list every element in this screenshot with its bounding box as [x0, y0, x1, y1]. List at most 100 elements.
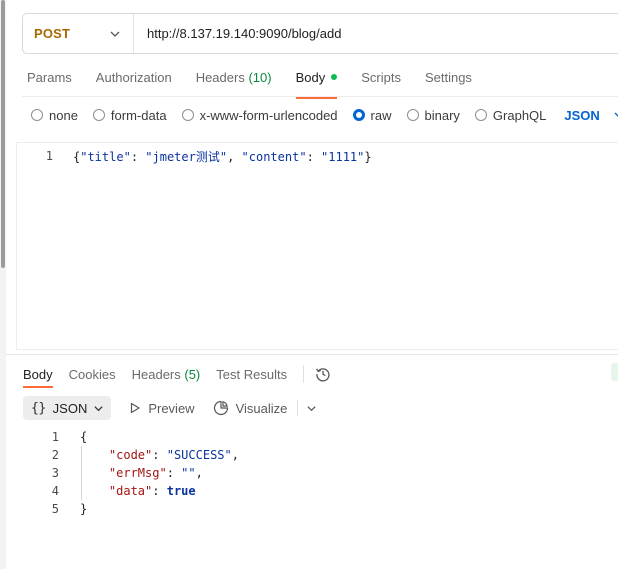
code-line: 4 "data": true	[23, 482, 239, 500]
json-value: "SUCCESS"	[166, 448, 232, 462]
radio-label: raw	[370, 107, 392, 123]
radio-none[interactable]: none	[31, 108, 78, 123]
radio-circle	[92, 109, 105, 121]
tab-authorization[interactable]: Authorization	[96, 70, 172, 90]
code-content: }	[80, 502, 87, 516]
tabs-divider	[22, 96, 618, 97]
radio-form-data[interactable]: form-data	[92, 107, 167, 123]
pane-splitter[interactable]	[6, 354, 618, 355]
scrollbar-thumb[interactable]	[1, 0, 5, 268]
json-value: true	[166, 484, 196, 498]
line-number: 1	[51, 430, 59, 444]
line-number: 4	[51, 484, 59, 498]
history-icon	[315, 368, 330, 382]
code-content: {	[80, 430, 87, 444]
braces-icon: {}	[31, 400, 46, 416]
radio-circle-selected	[352, 109, 365, 121]
status-badge	[611, 363, 618, 381]
history-button[interactable]	[303, 365, 333, 383]
url-bar: POST http://8.137.19.140:9090/blog/add	[22, 13, 618, 54]
url-input[interactable]: http://8.137.19.140:9090/blog/add	[134, 26, 341, 41]
json-brace: }	[80, 502, 88, 516]
radio-urlencoded[interactable]: x-www-form-urlencoded	[181, 107, 338, 123]
tab-label: Params	[27, 70, 72, 85]
radio-circle	[31, 109, 43, 121]
preview-label: Preview	[148, 400, 195, 416]
tab-headers[interactable]: Headers (10)	[196, 70, 272, 90]
headers-count: (10)	[248, 70, 272, 85]
response-tab-test-results[interactable]: Test Results	[216, 367, 287, 382]
body-indicator-dot	[331, 74, 338, 80]
radio-graphql[interactable]: GraphQL	[474, 107, 547, 123]
code-line: 5}	[23, 500, 239, 518]
visualize-button[interactable]: Visualize	[213, 400, 288, 416]
radio-label: form-data	[110, 107, 167, 123]
response-toolbar: {} JSON Preview Visualize	[23, 396, 317, 420]
json-brace: {	[80, 430, 88, 444]
tab-label: Body	[295, 70, 326, 85]
json-value: "jmeter测试"	[145, 149, 228, 164]
line-number: 1	[45, 149, 53, 163]
request-tabs: Params Authorization Headers (10) Body S…	[27, 70, 496, 99]
radio-circle	[474, 109, 487, 121]
tab-label: Authorization	[95, 70, 172, 85]
response-tabs: Body Cookies Headers (5) Test Results	[23, 364, 333, 388]
visualize-dropdown[interactable]	[297, 400, 317, 416]
json-value: ""	[181, 466, 196, 480]
code-content: {"title": "jmeter测试", "content": "1111"}	[73, 149, 372, 164]
response-body-viewer[interactable]: 1{ 2 "code": "SUCCESS", 3 "errMsg": "", …	[23, 428, 239, 518]
chevron-down-icon	[307, 405, 316, 411]
tab-settings[interactable]: Settings	[425, 70, 472, 90]
format-label: JSON	[52, 400, 88, 416]
radio-raw[interactable]: raw	[352, 107, 392, 123]
json-key: "errMsg"	[108, 466, 167, 480]
play-icon	[131, 402, 140, 414]
tab-params[interactable]: Params	[27, 70, 72, 90]
radio-label: GraphQL	[492, 107, 547, 123]
visualize-label: Visualize	[235, 400, 288, 416]
code-content: "data": true	[108, 484, 196, 498]
body-type-options: none form-data x-www-form-urlencoded raw…	[31, 107, 618, 123]
preview-button[interactable]: Preview	[129, 400, 195, 416]
code-content: "errMsg": "",	[108, 466, 203, 480]
radio-label: x-www-form-urlencoded	[199, 107, 338, 123]
tab-label: Headers	[131, 366, 181, 382]
language-label: JSON	[564, 107, 600, 123]
visualize-icon	[213, 400, 228, 416]
tab-label: Scripts	[361, 70, 401, 85]
response-tab-body[interactable]: Body	[23, 367, 53, 388]
radio-circle	[406, 109, 419, 121]
chevron-down-icon	[94, 405, 103, 411]
line-number: 2	[51, 448, 59, 462]
json-key: "title"	[80, 149, 131, 164]
indent-guide	[81, 446, 82, 500]
chevron-down-icon	[110, 31, 120, 37]
line-number: 3	[51, 466, 59, 480]
radio-label: none	[49, 107, 78, 123]
code-line: 3 "errMsg": "",	[23, 464, 239, 482]
headers-count: (5)	[184, 366, 201, 382]
radio-label: binary	[424, 107, 460, 123]
code-line: 1 {"title": "jmeter测试", "content": "1111…	[17, 147, 372, 165]
method-label: POST	[34, 26, 71, 41]
body-language-select[interactable]: JSON	[564, 108, 618, 123]
code-content: "code": "SUCCESS",	[108, 448, 239, 462]
tab-label: Settings	[424, 70, 472, 85]
json-key: "content"	[241, 149, 307, 164]
tab-label: Headers	[195, 70, 245, 85]
response-tab-cookies[interactable]: Cookies	[69, 367, 116, 382]
json-value: "1111"	[321, 149, 365, 164]
line-number: 5	[51, 502, 59, 516]
radio-binary[interactable]: binary	[406, 107, 460, 123]
response-tab-headers[interactable]: Headers (5)	[132, 367, 201, 382]
tab-scripts[interactable]: Scripts	[361, 70, 401, 90]
json-key: "code"	[108, 448, 153, 462]
response-format-select[interactable]: {} JSON	[23, 396, 112, 420]
left-scrollbar[interactable]	[0, 0, 6, 569]
tab-body[interactable]: Body	[295, 70, 338, 99]
code-line: 1{	[23, 428, 239, 446]
request-body-editor[interactable]: 1 {"title": "jmeter测试", "content": "1111…	[16, 142, 618, 350]
method-select[interactable]: POST	[23, 14, 134, 53]
radio-circle	[181, 109, 194, 121]
chevron-down-icon	[614, 112, 618, 118]
